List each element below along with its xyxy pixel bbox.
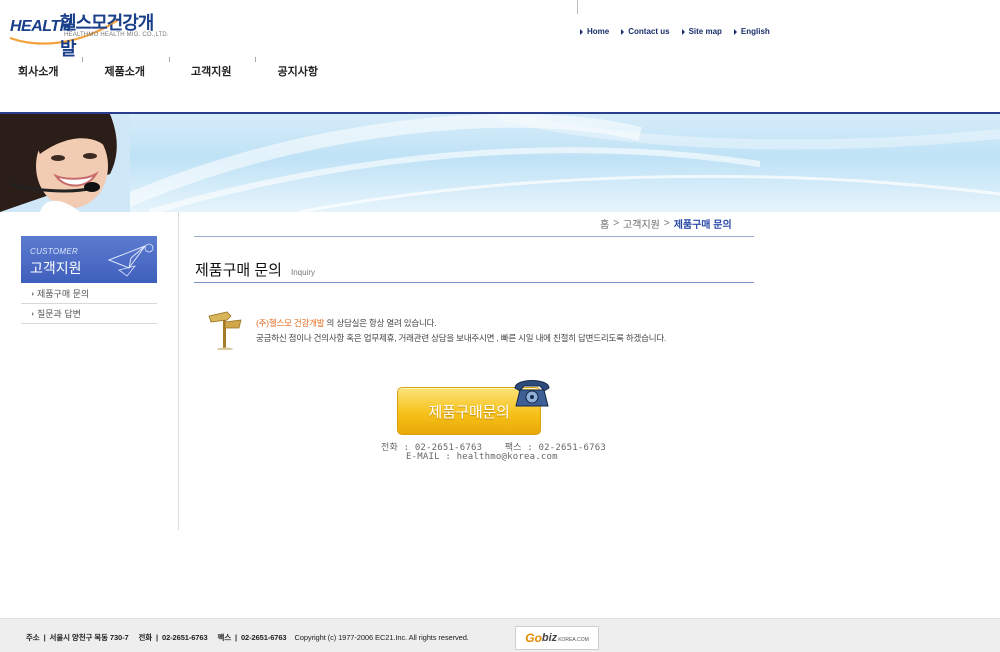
sidebar-item-label: 제품구매 문의 (37, 289, 90, 299)
sidebar-title-en: CUSTOMER (30, 247, 79, 256)
title-rule (194, 282, 754, 283)
page-title: 제품구매 문의 (195, 262, 282, 279)
intro-company: (주)헬스모 건강개발 (256, 318, 325, 328)
nav-support-label: 고객지원 (190, 66, 232, 78)
utility-nav: Home Contact us Site map English (580, 27, 782, 36)
util-english-link[interactable]: English (733, 27, 770, 36)
util-contact-link[interactable]: Contact us (621, 27, 670, 36)
logo[interactable]: HEALTH 헬스모건강개발 HEALTHMO HEALTH MIG. CO.,… (8, 4, 169, 59)
breadcrumb-section[interactable]: 고객지원 (623, 216, 660, 231)
gobiz-domain: KOREA.COM (558, 636, 589, 643)
arrow-right-icon (733, 28, 737, 35)
gobiz-biz: biz (541, 632, 558, 644)
banner-wave-graphic (117, 114, 1000, 212)
logo-subtitle: HEALTHMO HEALTH MIG. CO.,LTD. (64, 32, 169, 38)
nav-notice[interactable]: 공지사항 (255, 57, 318, 79)
util-sitemap-link[interactable]: Site map (681, 27, 722, 36)
breadcrumb-current: 제품구매 문의 (673, 220, 732, 231)
intro-text: (주)헬스모 건강개발 의 상담실은 항상 열려 있습니다. 궁금하신 점이나 … (256, 316, 666, 346)
sidebar-title-ko: 고객지원 (30, 260, 82, 276)
arrow-right-icon (32, 311, 34, 316)
main-nav: 회사소개 제품소개 고객지원 공지사항 (18, 57, 318, 79)
util-home-link[interactable]: Home (580, 27, 609, 36)
sidebar-item-qna[interactable]: 질문과 답변 (21, 304, 157, 324)
sidebar-title: CUSTOMER 고객지원 (21, 236, 157, 283)
sidebar-menu: 제품구매 문의 질문과 답변 (21, 284, 157, 324)
intro-line2: 궁금하신 점이나 건의사항 혹은 업무제휴, 거래관련 상담을 보내주시면 , … (256, 333, 667, 343)
gobiz-badge[interactable]: Go biz KOREA.COM (515, 626, 599, 650)
hero-banner (0, 114, 1000, 212)
arrow-right-icon (621, 28, 625, 35)
nav-company[interactable]: 회사소개 (18, 63, 58, 79)
breadcrumb-rule (194, 236, 754, 237)
footer: 주소 | 서울시 양천구 목동 730-7 전화 | 02-2651-6763 … (0, 618, 1000, 652)
nav-separator (82, 57, 84, 62)
util-home-label: Home (587, 27, 610, 36)
nav-notice-label: 공지사항 (277, 66, 318, 78)
telephone-icon (514, 380, 550, 407)
header-divider (577, 0, 578, 14)
intro-line1-text: 의 상담실은 항상 열려 있습니다. (324, 318, 437, 328)
nav-products-label: 제품소개 (104, 66, 145, 78)
breadcrumb: 홈 > 고객지원 > 제품구매 문의 (600, 216, 732, 231)
contact-email: E-MAIL : healthmo@korea.com (406, 452, 558, 462)
nav-support[interactable]: 고객지원 (168, 57, 232, 79)
arrow-right-icon (681, 28, 685, 35)
nav-separator (168, 57, 170, 62)
gobiz-go: Go (525, 631, 542, 645)
breadcrumb-separator: > (613, 218, 620, 229)
footer-address: 주소 | 서울시 양천구 목동 730-7 전화 | 02-2651-6763 … (26, 633, 287, 642)
purchase-inquiry-label: 제품구매문의 (428, 403, 510, 421)
signpost-icon (208, 311, 242, 350)
sidebar-item-label: 질문과 답변 (37, 309, 81, 319)
footer-info: 주소 | 서울시 양천구 목동 730-7 전화 | 02-2651-6763 … (26, 632, 469, 643)
content-divider (178, 212, 179, 530)
util-english-label: English (740, 27, 770, 36)
breadcrumb-home[interactable]: 홈 (600, 216, 609, 231)
util-sitemap-label: Site map (688, 27, 722, 36)
page-title-en: Inquiry (291, 268, 316, 277)
arrow-right-icon (580, 28, 583, 35)
header: HEALTH 헬스모건강개발 HEALTHMO HEALTH MIG. CO.,… (0, 0, 1000, 114)
sidebar-item-purchase-inquiry[interactable]: 제품구매 문의 (21, 284, 157, 304)
breadcrumb-separator: > (663, 218, 670, 229)
nav-products[interactable]: 제품소개 (82, 57, 145, 79)
arrow-right-icon (32, 291, 34, 296)
util-contact-label: Contact us (628, 27, 670, 36)
footer-copyright: Copyright (c) 1977-2006 EC21.Inc. All ri… (294, 633, 469, 642)
intro-line1: (주)헬스모 건강개발 의 상담실은 항상 열려 있습니다. (256, 316, 666, 331)
nav-separator (255, 57, 257, 62)
support-agent-image (0, 114, 130, 212)
paper-plane-icon (107, 243, 154, 277)
